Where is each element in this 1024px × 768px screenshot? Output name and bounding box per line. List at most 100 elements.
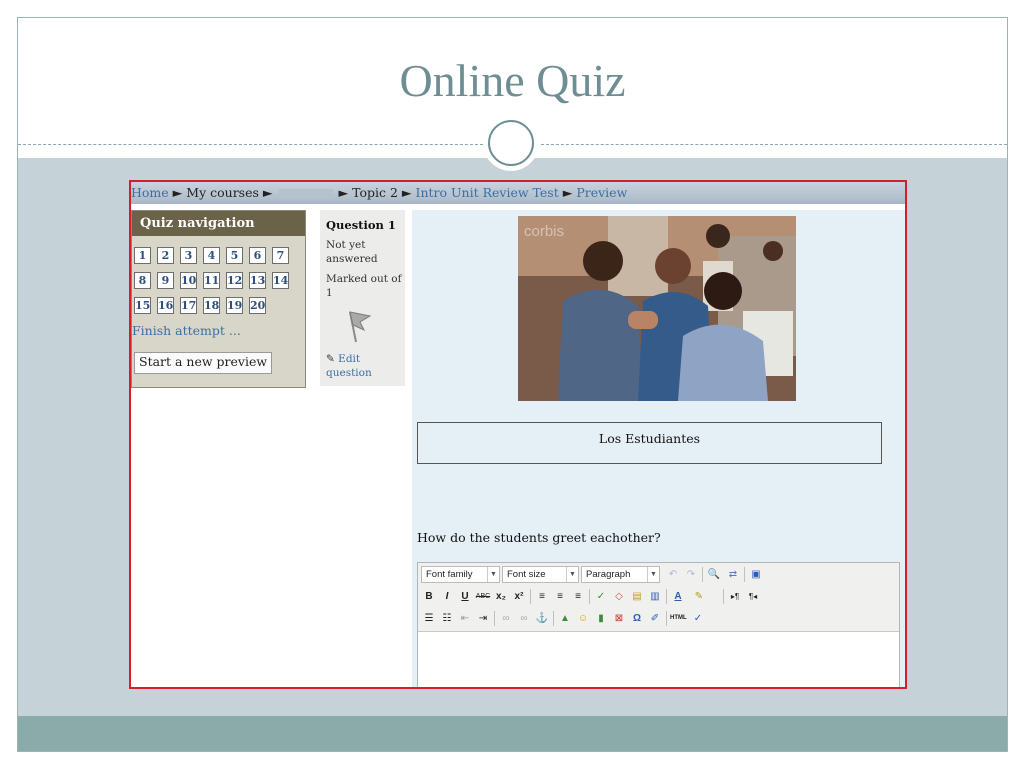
question-nav-button[interactable]: 13	[249, 272, 266, 289]
question-nav-button[interactable]: 14	[272, 272, 289, 289]
question-nav-button[interactable]: 19	[226, 297, 243, 314]
toolbar-separator	[723, 589, 724, 604]
bold-icon[interactable]: B	[421, 588, 437, 605]
question-nav-button[interactable]: 9	[157, 272, 174, 289]
chevron-down-icon: ▼	[566, 567, 578, 582]
strikethrough-icon[interactable]: ABC	[475, 588, 491, 605]
toolbar-separator	[530, 589, 531, 604]
breadcrumb-preview[interactable]: Preview	[576, 182, 627, 204]
students-photo: corbis	[518, 216, 796, 401]
question-nav-button[interactable]: 20	[249, 297, 266, 314]
align-right-icon[interactable]: ≡	[570, 588, 586, 605]
question-nav-button[interactable]: 16	[157, 297, 174, 314]
question-nav-button[interactable]: 7	[272, 247, 289, 264]
question-nav-button[interactable]: 5	[226, 247, 243, 264]
paragraph-format-select[interactable]: Paragraph ▼	[581, 566, 660, 583]
question-nav-button[interactable]: 4	[203, 247, 220, 264]
breadcrumb-my-courses[interactable]: My courses	[186, 182, 259, 204]
font-family-select[interactable]: Font family ▼	[421, 566, 500, 583]
highlight-color-icon[interactable]: ✎	[691, 588, 707, 605]
question-number: Question 1	[326, 218, 396, 232]
question-nav-button[interactable]: 12	[226, 272, 243, 289]
question-nav-button[interactable]: 8	[134, 272, 151, 289]
anchor-icon[interactable]: ⚓	[534, 610, 550, 627]
paste-text-icon[interactable]: ▤	[629, 588, 645, 605]
toolbar-separator	[494, 611, 495, 626]
cleanup-icon[interactable]: ✓	[593, 588, 609, 605]
bullet-list-icon[interactable]: ☰	[421, 610, 437, 627]
moodle-screenshot: Home ► My courses ► ► Topic 2 ► Intro Un…	[129, 180, 907, 689]
question-nav-button[interactable]: 1	[134, 247, 151, 264]
toolbar-separator	[666, 589, 667, 604]
link-icon[interactable]: ∞	[498, 610, 514, 627]
breadcrumb-separator: ►	[562, 185, 573, 200]
question-content: corbis Los Estudiantes How do the studen…	[412, 210, 905, 687]
toolbar-separator	[702, 567, 703, 582]
footer-band	[18, 716, 1007, 751]
divider-left	[18, 144, 488, 145]
chevron-down-icon: ▼	[647, 567, 659, 582]
breadcrumb-home[interactable]: Home	[131, 182, 169, 204]
quiz-navigation-block: Quiz navigation 1 2 3 4 5 6 7 8 9 10 11 …	[131, 210, 306, 388]
finish-attempt-link[interactable]: Finish attempt ...	[132, 323, 241, 338]
question-nav-button[interactable]: 2	[157, 247, 174, 264]
question-label: Question	[326, 218, 384, 232]
breadcrumb-topic[interactable]: Topic 2	[352, 182, 398, 204]
rich-text-editor: Font family ▼ Font size ▼ Paragraph ▼ ↶ …	[417, 562, 900, 687]
answer-text-box: Los Estudiantes	[417, 422, 882, 464]
question-nav-button[interactable]: 11	[203, 272, 220, 289]
font-family-label: Font family	[426, 569, 473, 580]
align-left-icon[interactable]: ≡	[534, 588, 550, 605]
italic-icon[interactable]: I	[439, 588, 455, 605]
numbered-list-icon[interactable]: ☷	[439, 610, 455, 627]
breadcrumb-separator: ►	[338, 185, 349, 200]
question-marks: Marked out of 1	[326, 273, 402, 299]
indent-icon[interactable]: ⇥	[475, 610, 491, 627]
flag-icon[interactable]	[344, 308, 374, 344]
text-color-icon[interactable]: A	[670, 588, 686, 605]
underline-icon[interactable]: U	[457, 588, 473, 605]
question-nav-button[interactable]: 17	[180, 297, 197, 314]
question-number-value: 1	[387, 218, 396, 232]
unlink-icon[interactable]: ∞	[516, 610, 532, 627]
fullscreen-icon[interactable]: ▣	[748, 566, 764, 583]
question-prompt: How do the students greet eachother?	[417, 530, 661, 545]
paragraph-label: Paragraph	[586, 569, 631, 580]
breadcrumb: Home ► My courses ► ► Topic 2 ► Intro Un…	[131, 182, 905, 204]
toolbar-separator	[666, 611, 667, 626]
start-new-preview-button[interactable]: Start a new preview	[134, 352, 273, 374]
replace-icon[interactable]: ⇄	[725, 566, 741, 583]
question-nav-button[interactable]: 6	[249, 247, 266, 264]
nolink-icon[interactable]: ⊠	[611, 610, 627, 627]
edit-question-link[interactable]: ✎ Edit question	[326, 352, 398, 380]
outdent-icon[interactable]: ⇤	[457, 610, 473, 627]
rtl-icon[interactable]: ¶◂	[745, 588, 761, 605]
special-char-icon[interactable]: Ω	[629, 610, 645, 627]
question-info-panel: Question 1 Not yet answered Marked out o…	[320, 210, 405, 386]
eraser-icon[interactable]: ◇	[611, 588, 627, 605]
align-center-icon[interactable]: ≡	[552, 588, 568, 605]
spellcheck-icon[interactable]: ✓	[690, 610, 706, 627]
ltr-icon[interactable]: ▸¶	[727, 588, 743, 605]
emoticon-icon[interactable]: ☺	[575, 610, 591, 627]
media-icon[interactable]: ▮	[593, 610, 609, 627]
redo-icon[interactable]: ↷	[683, 566, 699, 583]
question-nav-button[interactable]: 18	[203, 297, 220, 314]
question-nav-button[interactable]: 10	[180, 272, 197, 289]
font-size-label: Font size	[507, 569, 546, 580]
html-icon[interactable]: HTML	[670, 610, 687, 627]
superscript-icon[interactable]: x²	[511, 588, 527, 605]
editor-text-area[interactable]	[418, 631, 899, 687]
breadcrumb-test[interactable]: Intro Unit Review Test	[416, 182, 559, 204]
font-size-select[interactable]: Font size ▼	[502, 566, 579, 583]
question-nav-button[interactable]: 3	[180, 247, 197, 264]
undo-icon[interactable]: ↶	[665, 566, 681, 583]
divider-right	[536, 144, 1007, 145]
image-icon[interactable]: ▲	[557, 610, 573, 627]
question-nav-button[interactable]: 15	[134, 297, 151, 314]
find-icon[interactable]: 🔍	[706, 566, 722, 583]
equation-icon[interactable]: ✐	[647, 610, 663, 627]
breadcrumb-separator: ►	[262, 185, 273, 200]
paste-word-icon[interactable]: ▥	[647, 588, 663, 605]
subscript-icon[interactable]: x₂	[493, 588, 509, 605]
